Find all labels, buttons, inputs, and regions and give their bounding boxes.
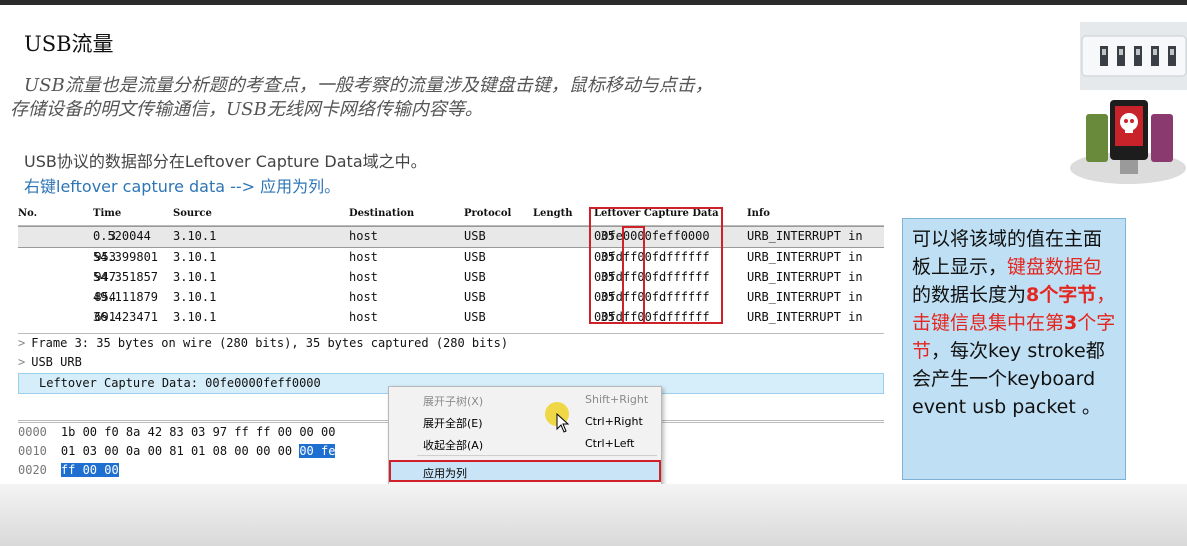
column-header-length[interactable]: Length <box>533 208 573 219</box>
usb-hub-image <box>1080 22 1187 90</box>
packet-cell-src: 3.10.1 <box>173 290 217 304</box>
leftover-column-highlight <box>589 207 723 324</box>
menu-separator <box>417 455 657 456</box>
explanation-callout: 可以将该域的值在主面板上显示，键盘数据包的数据长度为8个字节，击键信息集中在第3… <box>902 218 1126 480</box>
hex-bytes: 01 03 00 0a 00 81 01 08 00 00 00 <box>60 444 300 458</box>
menu-item-label: 应用为列 <box>423 467 467 480</box>
detail-frame-label: Frame 3: 35 bytes on wire (280 bits), 35… <box>31 336 509 350</box>
packet-cell-dst: host <box>349 290 378 304</box>
packet-cell-dst: host <box>349 229 378 243</box>
packet-cell-info: URB_INTERRUPT in <box>747 250 863 264</box>
packet-row[interactable]: 854 49.111879 3.10.1 host USB 35 00fdff00fdfff… <box>18 288 884 308</box>
menu-item-label: 收起全部(A) <box>423 439 484 452</box>
detail-frame-row[interactable]: > Frame 3: 35 bytes on wire (280 bits), 3… <box>18 334 884 353</box>
column-header-no[interactable]: No. <box>18 208 37 219</box>
hex-bytes-highlighted: 00 fe <box>299 444 336 458</box>
keystroke-byte-highlight <box>622 226 645 324</box>
slide-title: USB流量 <box>24 32 114 56</box>
packet-cell-time: 36.423471 <box>93 310 159 324</box>
packet-list: No. Time Source Destination Protocol Len… <box>18 205 884 328</box>
column-header-time[interactable]: Time <box>93 208 121 219</box>
menu-item-collapse-all[interactable]: 收起全部(A) Ctrl+Left <box>389 433 659 455</box>
hex-bytes: 1b 00 f0 8a 42 83 03 97 ff ff 00 00 00 <box>60 425 336 439</box>
packet-cell-time: 54.351857 <box>93 270 159 284</box>
column-header-source[interactable]: Source <box>173 208 212 219</box>
callout-highlight: 击键信息集中在第 <box>912 312 1065 334</box>
packet-cell-dst: host <box>349 270 378 284</box>
packet-cell-proto: USB <box>464 270 486 284</box>
note-data-field: USB协议的数据部分在Leftover Capture Data域之中。 <box>24 152 427 171</box>
top-border <box>0 0 1187 5</box>
packet-cell-src: 3.10.1 <box>173 250 217 264</box>
callout-highlight: 3 <box>1064 312 1078 334</box>
packet-cell-src: 3.10.1 <box>173 270 217 284</box>
packet-cell-proto: USB <box>464 229 486 243</box>
detail-usb-urb-label: USB URB <box>31 355 82 369</box>
menu-item-label: 展开全部(E) <box>423 417 483 430</box>
packet-cell-info: URB_INTERRUPT in <box>747 229 863 243</box>
column-header-destination[interactable]: Destination <box>349 208 414 219</box>
intro-paragraph: USB流量也是流量分析题的考查点，一般考察的流量涉及键盘击键，鼠标移动与点击， … <box>10 74 830 122</box>
note-apply-as-column: 右键leftover capture data --> 应用为列。 <box>24 177 341 196</box>
menu-item-expand-all[interactable]: 展开全部(E) Ctrl+Right <box>389 411 659 433</box>
packet-cell-time: 0.520044 <box>93 229 151 243</box>
packet-cell-info: URB_INTERRUPT in <box>747 270 863 284</box>
callout-text: ， <box>1096 284 1116 306</box>
detail-usb-urb-row[interactable]: > USB URB <box>18 353 884 372</box>
packet-cell-proto: USB <box>464 310 486 324</box>
detail-leftover-label: Leftover Capture Data: 00fe0000feff0000 <box>39 376 321 390</box>
packet-cell-time: 54.399801 <box>93 250 159 264</box>
menu-item-shortcut: Ctrl+Left <box>585 437 635 450</box>
callout-highlight: 8个字节 <box>1026 284 1097 306</box>
mouse-pointer-icon <box>556 413 570 433</box>
menu-item-label: 展开子树(X) <box>423 395 484 408</box>
callout-text: ，每次key stroke都会产生一个keyboard event usb pa… <box>912 340 1105 418</box>
packet-list-header: No. Time Source Destination Protocol Len… <box>18 205 884 226</box>
intro-line-2: 存储设备的明文传输通信，USB无线网卡网络传输内容等。 <box>10 99 483 120</box>
packet-row[interactable]: 691 36.423471 3.10.1 host USB 35 00fdff00fdfff… <box>18 308 884 328</box>
packet-cell-dst: host <box>349 310 378 324</box>
packet-row[interactable]: 3 0.520044 3.10.1 host USB 35 00fe0000feff0000… <box>18 226 884 248</box>
callout-highlight: 键盘数据包 <box>1007 256 1103 278</box>
packet-cell-time: 49.111879 <box>93 290 159 304</box>
slide-bottom-bar <box>0 484 1187 546</box>
packet-row[interactable]: 953 54.399801 3.10.1 host USB 35 00fdff00fdfff… <box>18 248 884 268</box>
usb-skull-image <box>1070 100 1186 184</box>
expand-arrow-icon[interactable]: > <box>18 355 25 369</box>
hex-offset: 0020 <box>18 463 47 477</box>
hex-offset: 0000 <box>18 425 47 439</box>
context-menu: 展开子树(X) Shift+Right 展开全部(E) Ctrl+Right 收起全… <box>388 386 662 487</box>
hex-offset: 0010 <box>18 444 47 458</box>
callout-text: 的数据长度为 <box>912 284 1027 306</box>
packet-row[interactable]: 947 54.351857 3.10.1 host USB 35 00fdff00fdfff… <box>18 268 884 288</box>
packet-cell-proto: USB <box>464 290 486 304</box>
packet-cell-src: 3.10.1 <box>173 229 217 243</box>
intro-line-1: USB流量也是流量分析题的考查点，一般考察的流量涉及键盘击键，鼠标移动与点击， <box>24 75 713 96</box>
expand-arrow-icon[interactable]: > <box>18 336 25 350</box>
packet-cell-src: 3.10.1 <box>173 310 217 324</box>
packet-cell-proto: USB <box>464 250 486 264</box>
menu-item-shortcut: Shift+Right <box>585 393 649 406</box>
menu-item-apply-as-column[interactable]: 应用为列 <box>389 460 661 482</box>
packet-cell-info: URB_INTERRUPT in <box>747 310 863 324</box>
column-header-info[interactable]: Info <box>747 208 770 219</box>
column-header-protocol[interactable]: Protocol <box>464 208 511 219</box>
hex-bytes-highlighted: ff 00 00 <box>60 463 119 477</box>
menu-item-shortcut: Ctrl+Right <box>585 415 643 428</box>
menu-item-expand-subtree[interactable]: 展开子树(X) Shift+Right <box>389 389 659 411</box>
packet-cell-dst: host <box>349 250 378 264</box>
packet-cell-info: URB_INTERRUPT in <box>747 290 863 304</box>
